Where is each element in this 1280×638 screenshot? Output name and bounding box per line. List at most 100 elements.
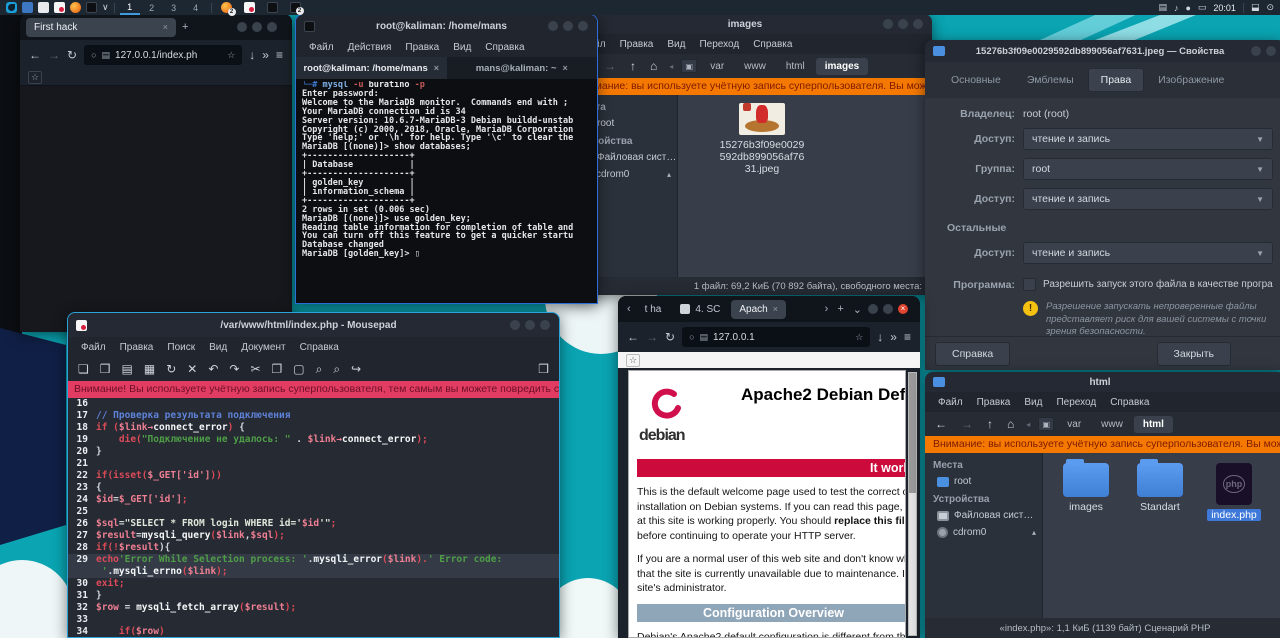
permission-dropdown[interactable]: root▼ (1023, 158, 1273, 180)
bookmark-star-icon[interactable]: ☆ (227, 50, 235, 61)
breadcrumb-item-html[interactable]: html (777, 58, 814, 75)
task-mousepad[interactable] (244, 2, 255, 13)
menu-item[interactable]: Файл (74, 340, 113, 355)
shield-icon[interactable]: ○ (689, 332, 694, 342)
title-bar[interactable]: 15276b3f09e0029592db899056af7631.jpeg — … (925, 40, 1280, 62)
code-editor[interactable]: 1617// Проверка результата подключения18… (68, 398, 559, 637)
back-icon[interactable]: ← (627, 330, 639, 344)
close-dialog-button[interactable]: Закрыть (1157, 342, 1231, 366)
task-terminal[interactable] (267, 2, 278, 13)
tab-scroll-right-icon[interactable]: › (822, 303, 832, 315)
eject-icon[interactable]: ▴ (1032, 528, 1036, 537)
shield-icon[interactable]: ○ (91, 50, 96, 60)
maximize-button[interactable] (525, 320, 535, 330)
new-document-icon[interactable]: ❏ (78, 362, 89, 377)
sidebar-item-root[interactable]: root (925, 473, 1042, 490)
maximize-button[interactable] (898, 19, 908, 29)
menu-item[interactable]: Файл (931, 395, 970, 410)
downloads-icon[interactable]: ↓ (249, 48, 255, 62)
display-icon[interactable]: ▭ (1198, 2, 1207, 13)
reload-icon[interactable]: ↻ (67, 48, 77, 62)
task-file-manager[interactable]: 2 (290, 2, 301, 13)
close-button[interactable] (540, 320, 550, 330)
app-menu-icon[interactable]: ≡ (276, 48, 283, 62)
tab-close-icon[interactable]: × (563, 63, 568, 73)
menu-item[interactable]: Файл (302, 40, 341, 55)
crumb-scroll-left-icon[interactable]: ◂ (1022, 420, 1034, 429)
location-icon[interactable]: ▣ (681, 59, 697, 73)
breadcrumb-item-www[interactable]: www (1092, 416, 1132, 433)
tab-list-icon[interactable]: ⌄ (850, 303, 865, 316)
home-icon[interactable]: ⌂ (646, 59, 661, 73)
title-bar[interactable]: root@kaliman: /home/mans (296, 15, 597, 37)
volume-icon[interactable]: ♪ (1174, 3, 1179, 13)
location-icon[interactable]: ▣ (1038, 417, 1054, 431)
reload-icon[interactable]: ↻ (665, 330, 675, 344)
workspace-button-3[interactable]: 3 (164, 2, 184, 14)
firefox-launcher-icon[interactable] (70, 2, 81, 13)
forward-icon[interactable]: → (957, 417, 977, 431)
menu-item[interactable]: Вид (660, 37, 692, 52)
browser-tab[interactable]: 4. SC (672, 300, 728, 319)
menu-item[interactable]: Вид (202, 340, 234, 355)
menu-item[interactable]: Правка (113, 340, 161, 355)
breadcrumb-item-html[interactable]: html (1134, 416, 1173, 433)
forward-icon[interactable]: → (600, 59, 620, 73)
scrollbar-thumb[interactable] (909, 373, 916, 493)
menu-item[interactable]: Переход (1049, 395, 1103, 410)
clock[interactable]: 20:01 (1213, 3, 1236, 13)
title-bar[interactable]: /var/www/html/index.php - Mousepad (68, 313, 559, 337)
import-bookmarks-icon[interactable]: ☆ (626, 354, 640, 367)
forward-icon[interactable]: → (646, 330, 658, 344)
url-bar[interactable]: ○ ▤ 127.0.0.1 ☆ (682, 327, 870, 347)
workspace-button-4[interactable]: 4 (186, 2, 206, 14)
menu-item[interactable]: Поиск (160, 340, 202, 355)
tab-Изображение[interactable]: Изображение (1146, 69, 1236, 91)
sidebar-item-cdrom0[interactable]: cdrom0▴ (925, 524, 1042, 541)
updates-icon[interactable]: ⬓ (1251, 2, 1260, 13)
menu-item[interactable]: Справка (293, 340, 346, 355)
terminal-launcher-icon[interactable] (86, 2, 97, 13)
file-item-images[interactable]: images (1055, 463, 1117, 513)
forward-icon[interactable]: → (48, 48, 60, 62)
kali-menu-icon[interactable] (6, 2, 17, 13)
back-icon[interactable]: ← (29, 48, 41, 62)
copy-icon[interactable]: ❐ (272, 362, 283, 377)
minimize-button[interactable] (548, 21, 558, 31)
breadcrumb-item-var[interactable]: var (1058, 416, 1090, 433)
help-button[interactable]: Справка (935, 342, 1010, 366)
workspace-button-1[interactable]: 1 (120, 1, 140, 15)
close-button[interactable] (1266, 46, 1276, 56)
save-icon[interactable]: ▤ (122, 362, 133, 377)
title-bar[interactable]: html (925, 372, 1280, 392)
reload-icon[interactable]: ↻ (166, 362, 176, 377)
tab-Основные[interactable]: Основные (939, 69, 1013, 91)
menu-item[interactable]: Документ (234, 340, 292, 355)
maximize-button[interactable] (563, 21, 573, 31)
crumb-scroll-left-icon[interactable]: ◂ (665, 62, 677, 71)
downloads-icon[interactable]: ↓ (877, 330, 883, 344)
clipboard-icon[interactable]: ▤ (1158, 2, 1167, 13)
scrollbar[interactable] (908, 372, 917, 636)
permission-dropdown[interactable]: чтение и запись▼ (1023, 188, 1273, 210)
maximize-button[interactable] (883, 304, 893, 314)
tab-close-icon[interactable]: × (773, 304, 778, 314)
menu-item[interactable]: Справка (1103, 395, 1156, 410)
up-icon[interactable]: ↑ (983, 417, 997, 431)
close-button[interactable] (913, 19, 923, 29)
menu-item[interactable]: Переход (692, 37, 746, 52)
menu-item[interactable]: Правка (613, 37, 661, 52)
menu-item[interactable]: Правка (398, 40, 446, 55)
permission-dropdown[interactable]: чтение и запись▼ (1023, 128, 1273, 150)
eject-icon[interactable]: ▴ (667, 170, 671, 179)
title-bar[interactable]: images (568, 14, 932, 34)
menu-item[interactable]: Справка (746, 37, 799, 52)
tab-Эмблемы[interactable]: Эмблемы (1015, 69, 1086, 91)
minimize-button[interactable] (237, 22, 247, 32)
menu-item[interactable]: Вид (446, 40, 478, 55)
power-icon[interactable]: ⊙ (1266, 2, 1274, 13)
overflow-menu-icon[interactable]: » (890, 330, 897, 344)
mousepad-launcher-icon[interactable] (54, 2, 65, 13)
minimize-button[interactable] (883, 19, 893, 29)
tab-Права[interactable]: Права (1088, 68, 1145, 92)
